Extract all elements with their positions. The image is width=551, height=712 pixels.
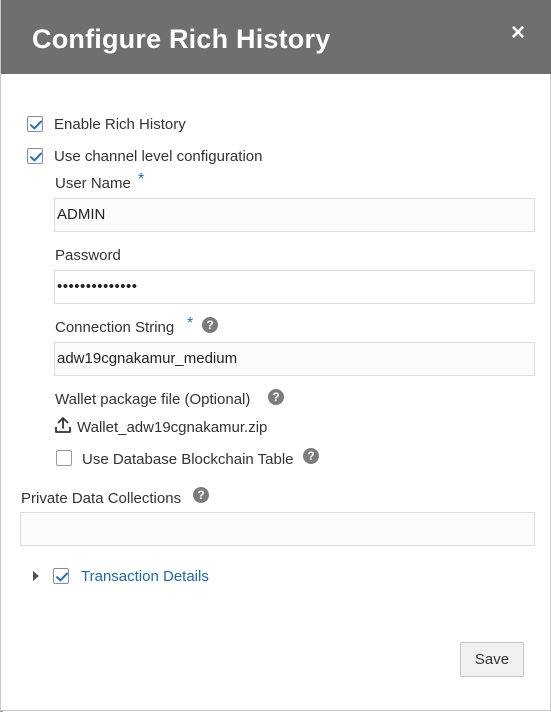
close-button[interactable]: ×	[506, 20, 530, 46]
private-data-collections-input[interactable]	[20, 512, 535, 546]
wallet-file-name[interactable]: Wallet_adw19cgnakamur.zip	[77, 419, 267, 436]
close-icon: ×	[510, 19, 525, 46]
connection-string-input[interactable]: adw19cgnakamur_medium	[54, 342, 535, 376]
help-icon[interactable]: ?	[268, 389, 284, 405]
blockchain-table-checkbox[interactable]	[56, 450, 72, 466]
checkmark-icon	[56, 572, 68, 582]
configure-rich-history-dialog: Configure Rich History × Enable Rich His…	[0, 0, 551, 711]
password-input[interactable]: ••••••••••••••	[54, 270, 535, 304]
use-channel-config-label: Use channel level configuration	[54, 148, 263, 165]
wallet-package-label: Wallet package file (Optional)	[55, 391, 251, 408]
user-name-input[interactable]: ADMIN	[54, 198, 535, 232]
transaction-details-link[interactable]: Transaction Details	[81, 568, 209, 585]
checkmark-icon	[30, 152, 42, 162]
user-name-label: User Name	[55, 175, 131, 192]
enable-rich-history-checkbox[interactable]	[27, 116, 43, 132]
save-button[interactable]: Save	[460, 642, 524, 677]
dialog-title: Configure Rich History	[32, 24, 331, 54]
connection-string-label: Connection String	[55, 319, 175, 336]
help-icon[interactable]: ?	[193, 487, 209, 503]
caret-right-icon[interactable]	[32, 569, 40, 581]
required-indicator: *	[138, 171, 145, 188]
use-channel-config-checkbox[interactable]	[27, 148, 43, 164]
password-label: Password	[55, 247, 121, 264]
upload-icon[interactable]	[54, 416, 72, 434]
help-icon[interactable]: ?	[303, 448, 319, 464]
help-icon[interactable]: ?	[202, 317, 218, 333]
blockchain-table-label: Use Database Blockchain Table	[82, 451, 294, 468]
required-indicator: *	[187, 315, 194, 332]
private-data-collections-label: Private Data Collections	[21, 490, 182, 507]
transaction-details-checkbox[interactable]	[53, 568, 69, 584]
checkmark-icon	[30, 120, 42, 130]
enable-rich-history-label: Enable Rich History	[54, 116, 186, 133]
dialog-header: Configure Rich History ×	[1, 0, 551, 74]
